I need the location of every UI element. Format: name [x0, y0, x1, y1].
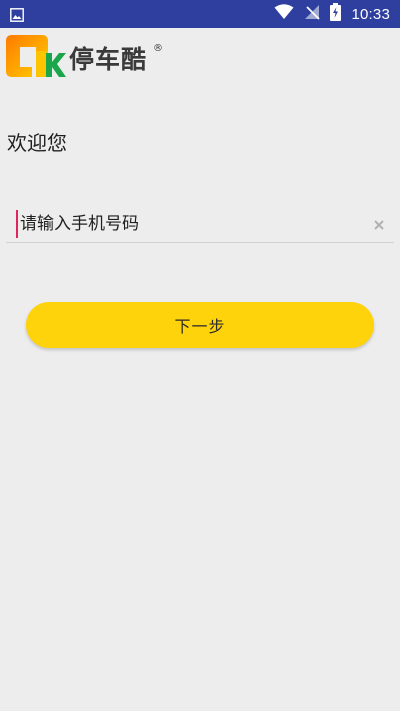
login-screen: 停车酷 ® 欢迎您 下一步: [0, 28, 400, 711]
phone-field: [6, 208, 394, 243]
welcome-heading: 欢迎您: [7, 131, 67, 155]
status-icons: 10:33: [274, 0, 390, 28]
battery-charging-icon: [330, 3, 342, 25]
close-icon[interactable]: [370, 216, 388, 234]
status-bar: 10:33: [0, 0, 400, 28]
registered-mark: ®: [153, 43, 163, 54]
logo-text: 停车酷: [69, 45, 148, 74]
status-time: 10:33: [351, 5, 390, 23]
image-icon: [10, 7, 24, 22]
wifi-icon: [274, 4, 294, 24]
next-button[interactable]: 下一步: [26, 302, 374, 348]
app-logo: 停车酷 ®: [6, 33, 171, 83]
signal-off-icon: [304, 4, 321, 24]
phone-input[interactable]: [16, 210, 360, 238]
logo-mark-icon: [6, 33, 66, 79]
